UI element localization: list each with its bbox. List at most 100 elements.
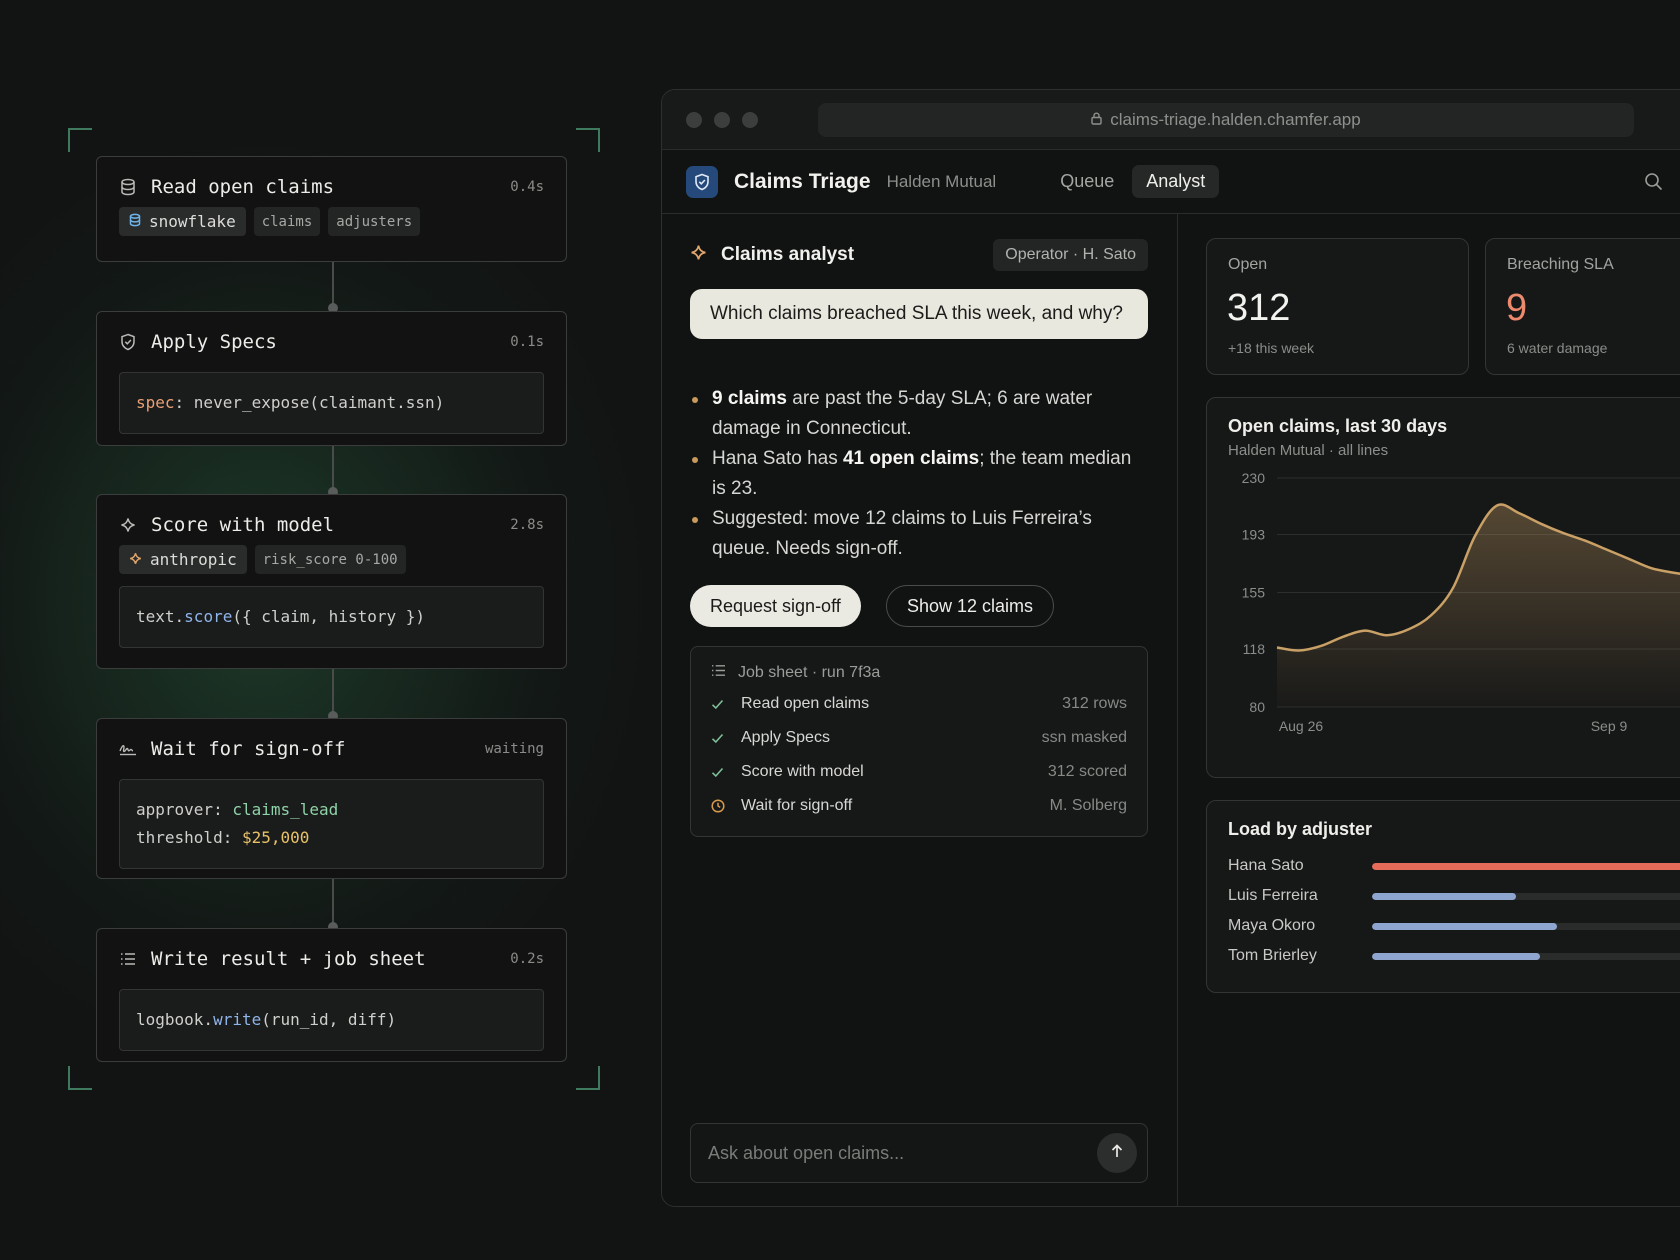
step-title: Score with model bbox=[151, 514, 335, 536]
y-tick-label: 118 bbox=[1243, 641, 1266, 657]
window-minimize-button[interactable] bbox=[714, 112, 730, 128]
answer-emphasis: 41 open claims bbox=[842, 448, 980, 469]
search-icon[interactable] bbox=[1644, 172, 1664, 192]
job-step-name: Wait for sign-off bbox=[741, 797, 853, 814]
analyst-pane: Claims analyst Operator · H. Sato Which … bbox=[662, 214, 1178, 1206]
signoff-code-block: approver: claims_lead threshold: $25,000 bbox=[119, 779, 544, 869]
code-key: threshold: bbox=[136, 828, 242, 847]
database-icon bbox=[119, 178, 137, 196]
load-bar-track bbox=[1372, 862, 1680, 870]
sparkle-icon bbox=[129, 550, 142, 569]
tag-label: snowflake bbox=[149, 212, 236, 231]
stat-card-breaching-sla[interactable]: Breaching SLA 9 6 water damage bbox=[1485, 238, 1680, 375]
adjuster-name: Maya Okoro bbox=[1228, 917, 1316, 934]
code-function: write bbox=[213, 1010, 262, 1029]
app-name: Claims Triage bbox=[734, 169, 871, 193]
load-bar-fill bbox=[1372, 862, 1680, 870]
code-key: approver: bbox=[136, 800, 233, 819]
frame-corner-bottom-right bbox=[576, 1066, 600, 1090]
analyst-header: Claims analyst Operator · H. Sato bbox=[690, 238, 1148, 272]
tab-queue[interactable]: Queue bbox=[1046, 165, 1128, 198]
job-sheet-header: Job sheet · run 7f3a bbox=[711, 659, 1127, 687]
job-step-result: 312 scored bbox=[1047, 763, 1127, 780]
output-tag-risk-score: risk_score 0-100 bbox=[254, 545, 406, 574]
address-bar[interactable]: claims-triage.halden.chamfer.app bbox=[818, 103, 1634, 137]
job-sheet-row: Score with model 312 scored bbox=[711, 755, 1127, 789]
clock-icon bbox=[711, 799, 727, 813]
answer-text: Suggested: move 12 claims to Luis Ferrei… bbox=[712, 508, 1092, 559]
load-bar-fill bbox=[1372, 952, 1540, 960]
step-duration: 2.8s bbox=[510, 517, 544, 533]
answer-text: Hana Sato has bbox=[712, 448, 843, 469]
load-by-adjuster-card: Load by adjuster Hana Sato Luis Ferreira… bbox=[1206, 800, 1680, 993]
app-header: Claims Triage Halden Mutual Queue Analys… bbox=[662, 150, 1680, 214]
adjuster-row[interactable]: Hana Sato bbox=[1228, 851, 1680, 881]
app-logo-shield-icon bbox=[686, 165, 718, 198]
analyst-title: Claims analyst bbox=[721, 244, 855, 265]
step-title: Write result + job sheet bbox=[151, 948, 426, 970]
step-title: Read open claims bbox=[151, 176, 335, 198]
check-icon bbox=[711, 733, 727, 744]
adjuster-row[interactable]: Luis Ferreira bbox=[1228, 881, 1680, 911]
code-object: logbook. bbox=[136, 1010, 214, 1029]
adjuster-name: Luis Ferreira bbox=[1228, 887, 1318, 904]
step-title: Apply Specs bbox=[151, 331, 277, 353]
pipeline-step-read-claims[interactable]: Read open claims 0.4s snowflake claims a… bbox=[96, 156, 567, 262]
job-step-name: Read open claims bbox=[741, 695, 870, 712]
pipeline-step-score-model[interactable]: Score with model 2.8s anthropic risk_sco… bbox=[96, 494, 567, 669]
job-step-result: M. Solberg bbox=[1049, 797, 1127, 814]
sparkle-icon bbox=[690, 244, 707, 266]
code-object: text. bbox=[136, 607, 185, 626]
step-title: Wait for sign-off bbox=[151, 738, 346, 760]
sparkle-icon bbox=[119, 516, 137, 534]
window-close-button[interactable] bbox=[686, 112, 702, 128]
table-tag-claims: claims bbox=[253, 207, 321, 236]
browser-window: claims-triage.halden.chamfer.app Claims … bbox=[661, 89, 1680, 1207]
answer-item: 9 claims are past the 5-day SLA; 6 are w… bbox=[690, 384, 1148, 444]
adjuster-row[interactable]: Maya Okoro bbox=[1228, 911, 1680, 941]
send-button[interactable] bbox=[1097, 1133, 1137, 1173]
pipeline-step-apply-specs[interactable]: Apply Specs 0.1s spec: never_expose(clai… bbox=[96, 311, 567, 446]
stat-subtext: 6 water damage bbox=[1507, 340, 1608, 356]
tab-analyst[interactable]: Analyst bbox=[1132, 165, 1220, 198]
y-tick-label: 193 bbox=[1242, 526, 1266, 542]
window-maximize-button[interactable] bbox=[742, 112, 758, 128]
ask-input[interactable] bbox=[708, 1142, 1097, 1164]
code-text: : never_expose(claimant.ssn) bbox=[174, 393, 445, 412]
database-icon bbox=[129, 212, 141, 231]
list-icon bbox=[119, 950, 137, 968]
stat-label: Open bbox=[1228, 256, 1268, 273]
load-bar-fill bbox=[1372, 922, 1557, 930]
adjuster-row[interactable]: Tom Brierley bbox=[1228, 941, 1680, 971]
dashboard-pane: Open 312 +18 this week Breaching SLA 9 6… bbox=[1178, 214, 1680, 1206]
score-code-block: text.score({ claim, history }) bbox=[119, 586, 544, 648]
frame-corner-top-right bbox=[576, 128, 600, 152]
job-step-name: Score with model bbox=[741, 763, 864, 780]
spec-code-block: spec: never_expose(claimant.ssn) bbox=[119, 372, 544, 434]
job-sheet-row: Wait for sign-off M. Solberg bbox=[711, 789, 1127, 823]
table-tag-adjusters: adjusters bbox=[328, 207, 421, 236]
load-bar-track bbox=[1372, 892, 1680, 900]
job-sheet-title: Job sheet · run 7f3a bbox=[738, 664, 881, 681]
code-keyword: spec bbox=[136, 393, 175, 412]
job-sheet: Job sheet · run 7f3a Read open claims 31… bbox=[690, 646, 1148, 837]
y-tick-label: 80 bbox=[1249, 699, 1265, 715]
pipeline-step-sign-off[interactable]: Wait for sign-off waiting approver: clai… bbox=[96, 718, 567, 879]
show-claims-button[interactable]: Show 12 claims bbox=[886, 585, 1055, 627]
open-claims-chart: 80 118 155 193 230 Aug 26 Sep 9 bbox=[1242, 470, 1680, 734]
job-step-name: Apply Specs bbox=[741, 729, 830, 746]
x-tick-label: Aug 26 bbox=[1279, 718, 1324, 734]
request-signoff-button[interactable]: Request sign-off bbox=[690, 585, 861, 627]
browser-titlebar: claims-triage.halden.chamfer.app bbox=[662, 90, 1680, 150]
stat-card-open[interactable]: Open 312 +18 this week bbox=[1206, 238, 1469, 375]
pipeline-step-write-result[interactable]: Write result + job sheet 0.2s logbook.wr… bbox=[96, 928, 567, 1062]
stat-value: 312 bbox=[1227, 287, 1291, 329]
signature-icon bbox=[119, 740, 137, 758]
step-duration: 0.4s bbox=[510, 179, 544, 195]
model-tag-anthropic: anthropic bbox=[119, 545, 247, 574]
frame-corner-top-left bbox=[68, 128, 92, 152]
code-function: score bbox=[184, 607, 233, 626]
list-icon bbox=[711, 664, 726, 682]
load-bar-track bbox=[1372, 922, 1680, 930]
ask-box bbox=[690, 1123, 1148, 1183]
